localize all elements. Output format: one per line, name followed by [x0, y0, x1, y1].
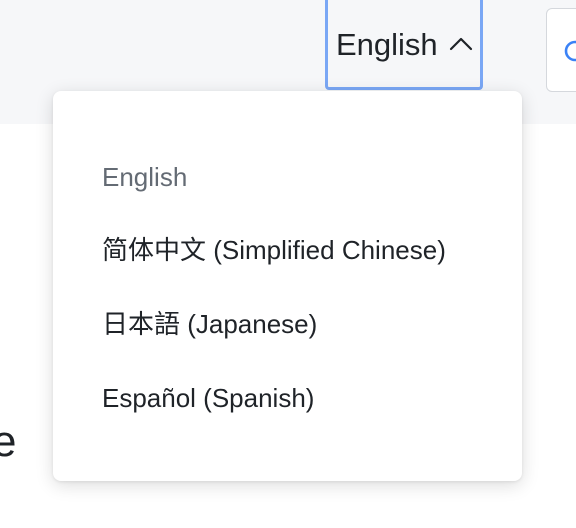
language-option-english[interactable]: English [102, 164, 187, 190]
chevron-up-icon [448, 31, 474, 57]
language-selector-button[interactable]: English [325, 0, 483, 90]
page: English e English 简体中文 (Simplified Chine… [0, 0, 576, 528]
language-selector-label: English [336, 27, 438, 62]
language-option-simplified-chinese[interactable]: 简体中文 (Simplified Chinese) [102, 237, 446, 263]
search-input[interactable] [546, 8, 576, 92]
language-option-japanese[interactable]: 日本語 (Japanese) [102, 311, 317, 337]
language-option-spanish[interactable]: Español (Spanish) [102, 385, 314, 411]
language-dropdown-menu: English 简体中文 (Simplified Chinese) 日本語 (J… [53, 91, 522, 481]
background-heading-fragment: e [0, 417, 17, 466]
